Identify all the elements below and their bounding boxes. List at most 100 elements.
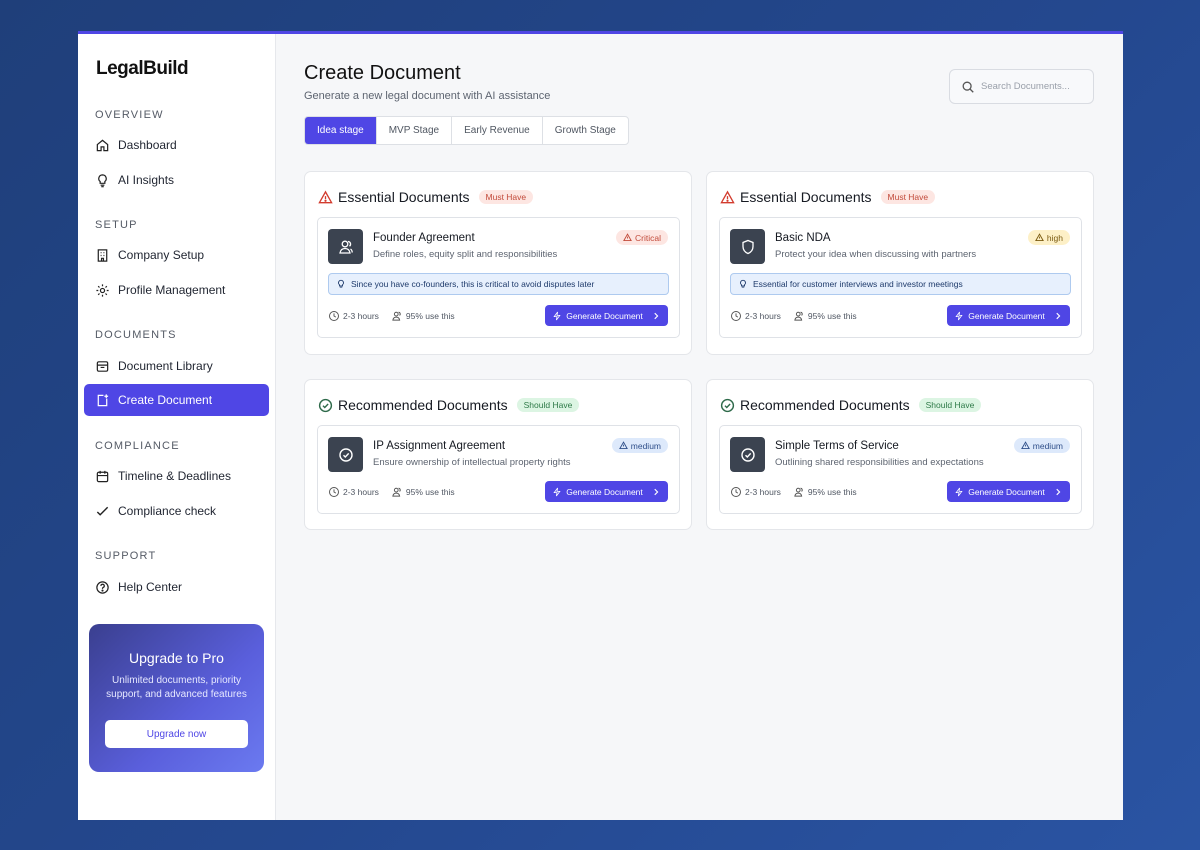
- warning-icon: [720, 190, 735, 203]
- document-description: Outlining shared responsibilities and ex…: [775, 457, 984, 468]
- document-description: Define roles, equity split and responsib…: [373, 249, 558, 260]
- section-title: Recommended Documents: [338, 397, 508, 413]
- chevron-right-icon: [1056, 312, 1061, 319]
- usage-stat: 95% use this: [405, 487, 455, 497]
- usage-stat: 95% use this: [807, 487, 857, 497]
- should-have-badge: Should Have: [516, 398, 580, 412]
- document-icon-box: [730, 437, 765, 472]
- warning-icon: [623, 233, 632, 242]
- generate-document-button[interactable]: Generate Document: [947, 305, 1070, 326]
- sidebar-item-document-library[interactable]: Document Library: [84, 350, 269, 382]
- sidebar-item-label: Help Center: [118, 580, 183, 594]
- upgrade-now-button[interactable]: Upgrade now: [105, 720, 248, 748]
- document-title: Basic NDA: [775, 232, 831, 244]
- help-icon: [96, 580, 109, 594]
- logo: LegalBuild: [96, 58, 189, 79]
- sidebar-item-timeline[interactable]: Timeline & Deadlines: [84, 460, 269, 492]
- clock-icon: [731, 311, 741, 321]
- check-circle-icon: [338, 447, 353, 462]
- sidebar-item-label: Create Document: [118, 393, 213, 407]
- recommended-documents-card: Recommended Documents Should Have Simple…: [706, 379, 1094, 530]
- shield-icon: [741, 239, 754, 254]
- document-icon-box: [730, 229, 765, 264]
- document-icon-box: [328, 229, 363, 264]
- lightbulb-icon: [338, 279, 344, 288]
- lightbulb-icon: [98, 173, 107, 187]
- tab-early-revenue[interactable]: Early Revenue: [452, 117, 543, 144]
- document-item: IP Assignment Agreement Ensure ownership…: [317, 425, 680, 514]
- tip-text: Since you have co-founders, this is crit…: [351, 279, 595, 289]
- sidebar-item-label: Document Library: [118, 359, 213, 373]
- tab-mvp-stage[interactable]: MVP Stage: [377, 117, 453, 144]
- section-title: Essential Documents: [338, 189, 470, 205]
- users-icon: [392, 487, 401, 497]
- page-title: Create Document: [304, 62, 461, 84]
- sidebar-item-company-setup[interactable]: Company Setup: [84, 239, 269, 271]
- document-meta: 2-3 hours 95% use this: [730, 486, 857, 498]
- generate-label: Generate Document: [968, 310, 1045, 321]
- sidebar-item-profile-management[interactable]: Profile Management: [84, 274, 269, 306]
- document-meta: 2-3 hours 95% use this: [328, 486, 455, 498]
- document-description: Protect your idea when discussing with p…: [775, 249, 977, 260]
- priority-badge: high: [1027, 230, 1070, 245]
- check-circle-icon: [740, 447, 755, 462]
- generate-document-button[interactable]: Generate Document: [947, 481, 1070, 502]
- generate-document-button[interactable]: Generate Document: [545, 305, 668, 326]
- users-icon: [794, 487, 803, 497]
- tab-growth-stage[interactable]: Growth Stage: [543, 117, 628, 144]
- chevron-right-icon: [1056, 488, 1061, 495]
- chevron-right-icon: [654, 488, 659, 495]
- check-icon: [96, 506, 109, 516]
- generate-document-button[interactable]: Generate Document: [545, 481, 668, 502]
- stage-tabs: Idea stage MVP Stage Early Revenue Growt…: [304, 116, 629, 145]
- priority-label: medium: [630, 440, 661, 451]
- file-plus-icon: [97, 393, 109, 406]
- priority-label: medium: [1032, 440, 1063, 451]
- search-box[interactable]: [949, 69, 1094, 104]
- document-meta: 2-3 hours 95% use this: [328, 310, 455, 322]
- document-title: Simple Terms of Service: [775, 440, 899, 452]
- time-estimate: 2-3 hours: [745, 487, 781, 497]
- generate-label: Generate Document: [968, 486, 1045, 497]
- chevron-right-icon: [654, 312, 659, 319]
- check-circle-icon: [720, 398, 735, 412]
- tip-text: Essential for customer interviews and in…: [753, 279, 963, 289]
- section-title: Recommended Documents: [740, 397, 910, 413]
- time-estimate: 2-3 hours: [343, 311, 379, 321]
- upgrade-description: Unlimited documents, priority support, a…: [106, 675, 247, 700]
- document-meta: 2-3 hours 95% use this: [730, 310, 857, 322]
- sidebar-item-ai-insights[interactable]: AI Insights: [84, 164, 269, 196]
- sparkle-icon: [955, 311, 963, 320]
- ai-tip: Essential for customer interviews and in…: [730, 273, 1071, 295]
- app-window: LegalBuild OVERVIEW Dashboard AI Insight…: [78, 31, 1123, 820]
- time-estimate: 2-3 hours: [745, 311, 781, 321]
- must-have-badge: Must Have: [880, 190, 936, 204]
- sidebar-item-label: AI Insights: [118, 173, 175, 187]
- users-icon: [794, 311, 803, 321]
- priority-badge: Critical: [616, 230, 668, 245]
- clock-icon: [329, 487, 339, 497]
- sidebar-item-compliance-check[interactable]: Compliance check: [84, 495, 269, 527]
- gear-icon: [96, 283, 109, 297]
- essential-documents-card: Essential Documents Must Have Founder Ag…: [304, 171, 692, 355]
- sidebar-item-dashboard[interactable]: Dashboard: [84, 129, 269, 161]
- tab-idea-stage[interactable]: Idea stage: [305, 117, 377, 144]
- users-icon: [338, 240, 353, 254]
- sparkle-icon: [553, 311, 561, 320]
- should-have-badge: Should Have: [918, 398, 982, 412]
- sidebar-item-help-center[interactable]: Help Center: [84, 571, 269, 603]
- sidebar-item-create-document[interactable]: Create Document: [84, 384, 269, 416]
- sidebar: LegalBuild OVERVIEW Dashboard AI Insight…: [78, 34, 276, 820]
- upgrade-title: Upgrade to Pro: [129, 650, 224, 666]
- sidebar-item-label: Timeline & Deadlines: [118, 469, 231, 483]
- essential-documents-card: Essential Documents Must Have Basic NDA …: [706, 171, 1094, 355]
- sidebar-item-label: Profile Management: [118, 283, 226, 297]
- archive-icon: [96, 360, 109, 372]
- search-input[interactable]: [981, 81, 1081, 92]
- document-item: Basic NDA Protect your idea when discuss…: [719, 217, 1082, 338]
- clock-icon: [731, 487, 741, 497]
- section-title: Essential Documents: [740, 189, 872, 205]
- warning-icon: [318, 190, 333, 203]
- warning-icon: [1034, 233, 1044, 242]
- nav-section-setup: SETUP: [95, 219, 138, 231]
